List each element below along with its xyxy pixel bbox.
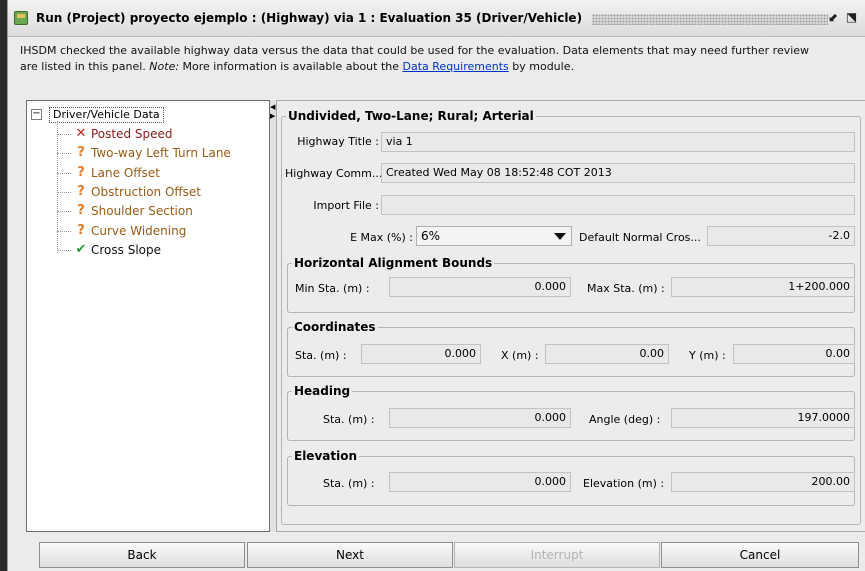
emax-value: 6% (421, 229, 441, 243)
default-normal-cross-field[interactable]: -2.0 (707, 226, 855, 246)
run-evaluation-window: Run (Project) proyecto ejemplo : (Highwa… (7, 0, 865, 571)
project-run-icon (14, 11, 28, 25)
x-field[interactable]: 0.00 (545, 344, 669, 364)
highway-title-field[interactable]: via 1 (381, 132, 855, 152)
question-icon: ? (77, 164, 85, 180)
angle-field[interactable]: 197.0000 (671, 408, 855, 428)
max-sta-label: Max Sta. (m) : (587, 282, 665, 295)
elevation-sta-field[interactable]: 0.000 (389, 472, 571, 492)
question-icon: ? (77, 222, 85, 238)
coordinates-title: Coordinates (292, 320, 378, 334)
tree-guide-line (57, 121, 58, 253)
highway-comment-field[interactable]: Created Wed May 08 18:52:48 COT 2013 (381, 163, 855, 183)
expand-right-icon[interactable]: ▶ (270, 113, 275, 120)
collapse-icon[interactable]: − (31, 109, 42, 120)
tree-item-label: Shoulder Section (91, 204, 193, 219)
elevation-label: Elevation (m) : (583, 477, 665, 490)
tree-connector (57, 153, 71, 155)
back-button[interactable]: Back (39, 542, 245, 568)
window-title: Run (Project) proyecto ejemplo : (Highwa… (36, 11, 583, 25)
maximize-icon[interactable]: ⬔ (844, 10, 859, 25)
intro-text: IHSDM checked the available highway data… (20, 43, 860, 75)
next-button[interactable]: Next (247, 542, 453, 568)
elevation-title: Elevation (292, 449, 360, 463)
tree-connector (57, 191, 71, 193)
min-sta-field[interactable]: 0.000 (389, 277, 571, 297)
x-icon: ✕ (75, 126, 87, 141)
tree-connector (57, 230, 71, 232)
emax-label: E Max (%) : (350, 231, 413, 244)
interrupt-button[interactable]: Interrupt (454, 542, 660, 568)
section-title: Undivided, Two-Lane; Rural; Arterial (286, 109, 536, 123)
elevation-sta-label: Sta. (m) : (323, 477, 375, 490)
heading-title: Heading (292, 384, 353, 398)
tree-connector (57, 249, 71, 251)
intro-line-2: are listed in this panel. Note: More inf… (20, 60, 574, 73)
coordinates-sta-label: Sta. (m) : (295, 349, 347, 362)
y-label: Y (m) : (689, 349, 726, 362)
angle-label: Angle (deg) : (589, 413, 661, 426)
cancel-button[interactable]: Cancel (661, 542, 859, 568)
title-grip (592, 14, 828, 25)
tree-item-label: Lane Offset (91, 165, 160, 180)
data-requirements-link[interactable]: Data Requirements (403, 60, 509, 73)
tree-item-label: Curve Widening (91, 223, 187, 238)
elevation-field[interactable]: 200.00 (671, 472, 855, 492)
restore-icon[interactable]: ⬋ (826, 10, 841, 25)
default-normal-cross-label: Default Normal Cros... (579, 231, 701, 244)
details-panel: Undivided, Two-Lane; Rural; Arterial Hig… (276, 100, 865, 532)
tree-connector (57, 134, 71, 135)
min-sta-label: Min Sta. (m) : (295, 282, 370, 295)
checkmark-icon: ✔ (75, 241, 87, 257)
emax-select[interactable]: 6% (416, 226, 572, 246)
title-bar[interactable]: Run (Project) proyecto ejemplo : (Highwa… (8, 0, 865, 37)
tree-connector (57, 211, 71, 213)
note-label: Note: (149, 60, 180, 73)
question-icon: ? (77, 203, 85, 219)
tree-item-label: Cross Slope (91, 242, 162, 257)
intro-line-1: IHSDM checked the available highway data… (20, 44, 810, 57)
y-field[interactable]: 0.00 (733, 344, 855, 364)
highway-title-label: Highway Title : (297, 135, 379, 148)
collapse-left-icon[interactable]: ◀ (270, 104, 275, 111)
heading-sta-label: Sta. (m) : (323, 413, 375, 426)
tree-item-label: Obstruction Offset (91, 184, 202, 199)
question-icon: ? (77, 183, 85, 199)
horizontal-alignment-title: Horizontal Alignment Bounds (292, 256, 495, 270)
tree-item-label: Two-way Left Turn Lane (91, 146, 231, 161)
x-label: X (m) : (501, 349, 539, 362)
tree-connector (57, 172, 71, 174)
tree-root-label[interactable]: Driver/Vehicle Data (49, 107, 164, 123)
question-icon: ? (77, 145, 85, 161)
import-file-label: Import File : (313, 199, 379, 212)
chevron-down-icon[interactable] (554, 233, 566, 240)
highway-comment-label: Highway Comm... (285, 167, 383, 180)
tree-item-label: Posted Speed (91, 127, 173, 141)
heading-sta-field[interactable]: 0.000 (389, 408, 571, 428)
max-sta-field[interactable]: 1+200.000 (671, 277, 855, 297)
data-tree: − Driver/Vehicle Data ✕ Posted Speed? Two-… (26, 100, 270, 532)
import-file-field[interactable] (381, 195, 855, 215)
coordinates-sta-field[interactable]: 0.000 (361, 344, 481, 364)
